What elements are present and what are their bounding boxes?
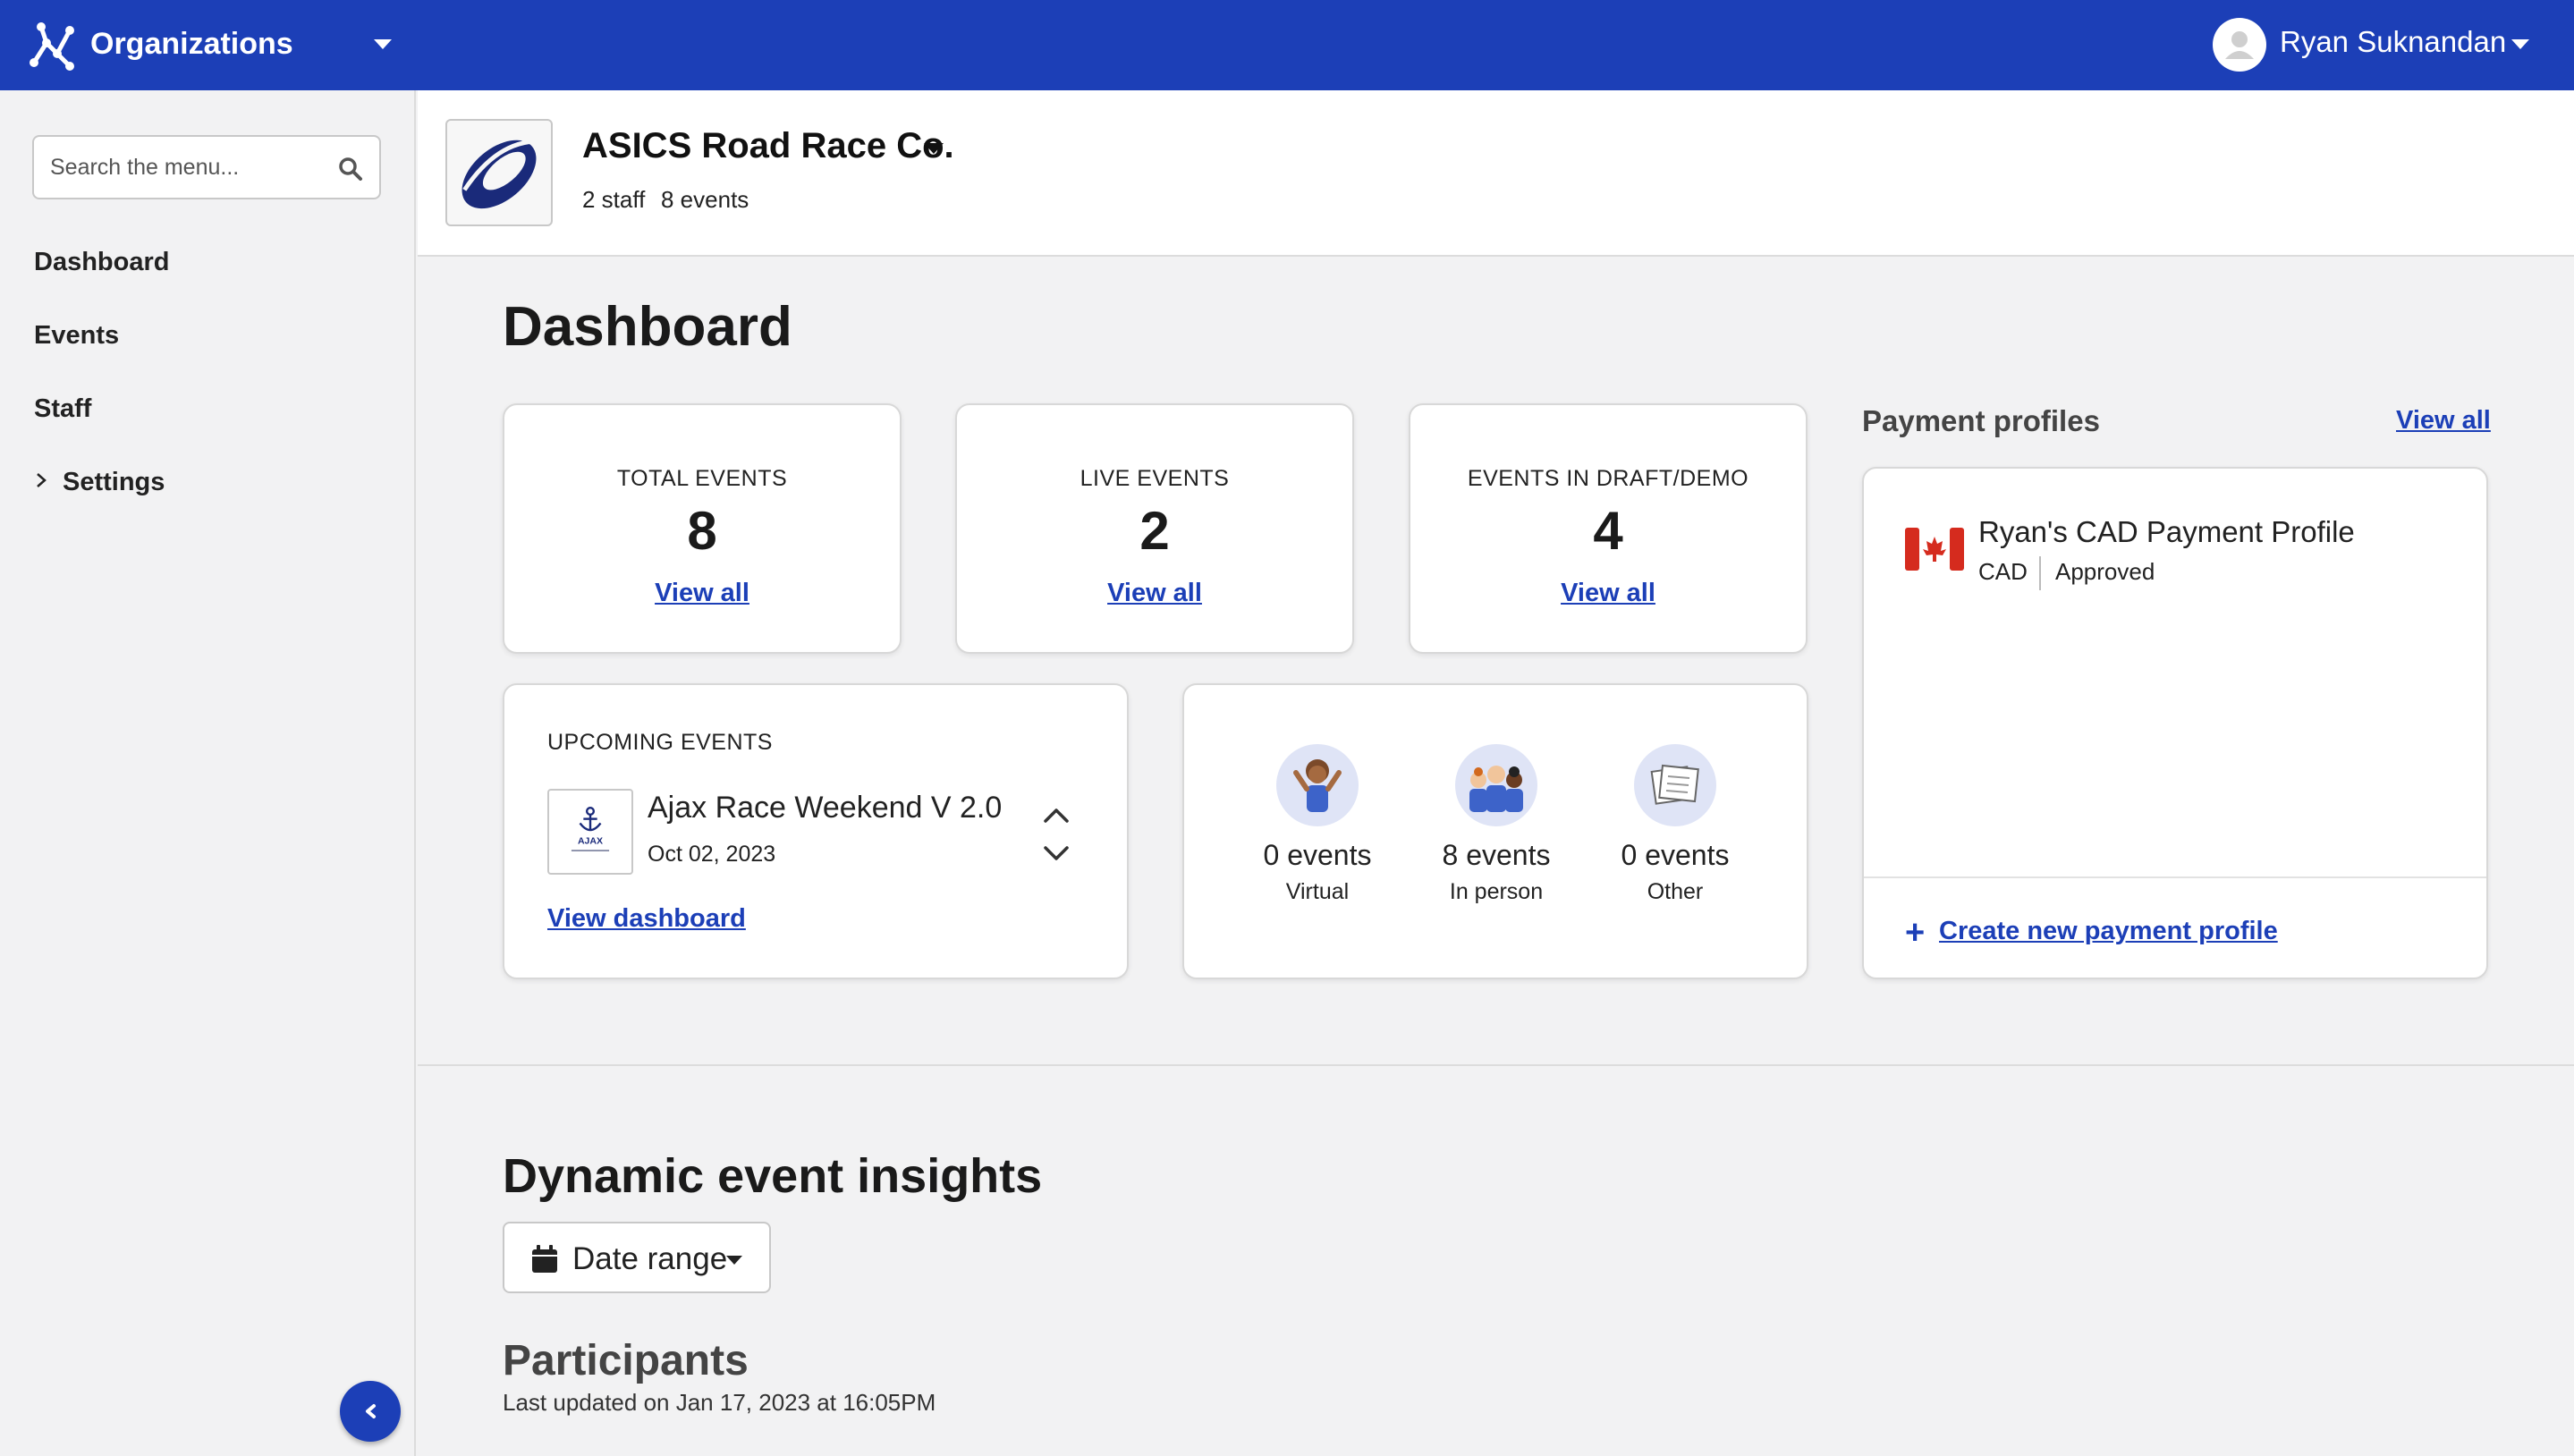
live-events-card: LIVE EVENTS 2 View all bbox=[955, 403, 1354, 654]
virtual-person-icon bbox=[1276, 744, 1359, 826]
sidebar: Dashboard Events Staff Settings bbox=[0, 90, 416, 1456]
chevron-left-icon bbox=[366, 1404, 376, 1418]
organization-name[interactable]: ASICS Road Race Co. bbox=[582, 126, 954, 166]
event-type-label: Virtual bbox=[1285, 879, 1350, 904]
search-icon[interactable] bbox=[338, 157, 363, 182]
organization-header: ASICS Road Race Co. 2 staff 8 events bbox=[418, 90, 2574, 257]
date-range-label: Date range bbox=[572, 1241, 728, 1276]
payment-profiles-title: Payment profiles bbox=[1862, 404, 2100, 437]
payment-profile-status: Approved bbox=[2055, 558, 2155, 585]
divider bbox=[1864, 876, 2486, 878]
calendar-icon bbox=[532, 1245, 557, 1273]
chevron-down-icon[interactable] bbox=[1043, 844, 1070, 862]
payment-profile-name[interactable]: Ryan's CAD Payment Profile bbox=[1978, 515, 2355, 549]
asics-logo-icon bbox=[461, 139, 545, 209]
sidebar-item-events[interactable]: Events bbox=[34, 321, 119, 351]
event-type-count: 0 events bbox=[1263, 839, 1372, 871]
stat-label: EVENTS IN DRAFT/DEMO bbox=[1467, 466, 1749, 491]
upcoming-events-label: UPCOMING EVENTS bbox=[547, 730, 773, 755]
user-name[interactable]: Ryan Suknandan bbox=[2280, 25, 2506, 59]
documents-icon bbox=[1634, 744, 1716, 826]
live-events-view-all-link[interactable]: View all bbox=[957, 579, 1352, 608]
caret-down-icon bbox=[726, 1256, 742, 1265]
divider bbox=[418, 1064, 2574, 1066]
plus-icon[interactable]: + bbox=[1905, 916, 1925, 950]
stat-label: LIVE EVENTS bbox=[1080, 466, 1230, 491]
draft-events-view-all-link[interactable]: View all bbox=[1410, 579, 1806, 608]
event-type-in-person: 8 events In person bbox=[1411, 744, 1581, 905]
user-avatar-icon[interactable] bbox=[2213, 18, 2266, 72]
upcoming-events-card: UPCOMING EVENTS AJAX Ajax Race Weekend V… bbox=[503, 683, 1129, 979]
stat-value: 2 bbox=[1139, 501, 1170, 561]
participants-last-updated: Last updated on Jan 17, 2023 at 16:05PM bbox=[503, 1389, 936, 1416]
view-dashboard-link[interactable]: View dashboard bbox=[547, 904, 746, 934]
payment-profiles-card: Ryan's CAD Payment Profile CAD Approved … bbox=[1862, 467, 2488, 979]
event-thumb-text: AJAX bbox=[578, 835, 603, 846]
payment-profiles-view-all-link[interactable]: View all bbox=[2396, 406, 2491, 436]
event-type-label: In person bbox=[1449, 879, 1544, 904]
menu-search bbox=[32, 135, 381, 199]
stat-label: TOTAL EVENTS bbox=[616, 466, 788, 491]
chevron-right-icon[interactable] bbox=[34, 471, 48, 489]
participants-title: Participants bbox=[503, 1337, 749, 1384]
canada-flag-icon bbox=[1905, 528, 1964, 571]
collapse-sidebar-button[interactable] bbox=[340, 1381, 401, 1442]
organization-logo bbox=[445, 119, 553, 226]
event-type-label: Other bbox=[1647, 879, 1704, 904]
event-thumbnail[interactable]: AJAX bbox=[547, 789, 633, 875]
event-types-card: 0 events Virtual 8 events In person 0 ev… bbox=[1182, 683, 1808, 979]
page-title: Dashboard bbox=[503, 296, 792, 358]
event-type-virtual: 0 events Virtual bbox=[1232, 744, 1402, 905]
menu-search-input[interactable] bbox=[50, 149, 336, 185]
total-events-card: TOTAL EVENTS 8 View all bbox=[503, 403, 902, 654]
anchor-icon: AJAX bbox=[571, 806, 610, 852]
organization-events-count: 8 events bbox=[661, 186, 749, 213]
stat-value: 8 bbox=[687, 501, 717, 561]
chevron-up-icon[interactable] bbox=[1043, 807, 1070, 825]
total-events-view-all-link[interactable]: View all bbox=[504, 579, 900, 608]
group-people-icon bbox=[1455, 744, 1537, 826]
event-type-count: 0 events bbox=[1621, 839, 1730, 871]
sidebar-item-dashboard[interactable]: Dashboard bbox=[34, 248, 169, 277]
user-menu-caret-icon[interactable] bbox=[2511, 39, 2529, 49]
top-bar: Organizations Ryan Suknandan bbox=[0, 0, 2574, 90]
event-type-other: 0 events Other bbox=[1590, 744, 1760, 905]
divider bbox=[2039, 556, 2041, 590]
date-range-button[interactable]: Date range bbox=[503, 1222, 771, 1293]
sidebar-item-staff[interactable]: Staff bbox=[34, 394, 91, 424]
insights-title: Dynamic event insights bbox=[503, 1149, 1043, 1203]
upcoming-event-date: Oct 02, 2023 bbox=[648, 842, 776, 867]
upcoming-event-name[interactable]: Ajax Race Weekend V 2.0 bbox=[648, 791, 1002, 825]
organizations-dropdown-caret-icon[interactable] bbox=[374, 39, 392, 49]
payment-profile-currency: CAD bbox=[1978, 558, 2028, 585]
app-title[interactable]: Organizations bbox=[90, 27, 293, 62]
organization-staff-count: 2 staff bbox=[582, 186, 646, 213]
create-payment-profile-link[interactable]: Create new payment profile bbox=[1939, 917, 2278, 946]
event-type-count: 8 events bbox=[1442, 839, 1551, 871]
organization-switch-caret-icon[interactable] bbox=[924, 143, 944, 154]
draft-events-card: EVENTS IN DRAFT/DEMO 4 View all bbox=[1409, 403, 1808, 654]
stat-value: 4 bbox=[1593, 501, 1623, 561]
sidebar-item-settings[interactable]: Settings bbox=[63, 468, 165, 497]
organizations-logo-icon[interactable] bbox=[27, 18, 77, 72]
